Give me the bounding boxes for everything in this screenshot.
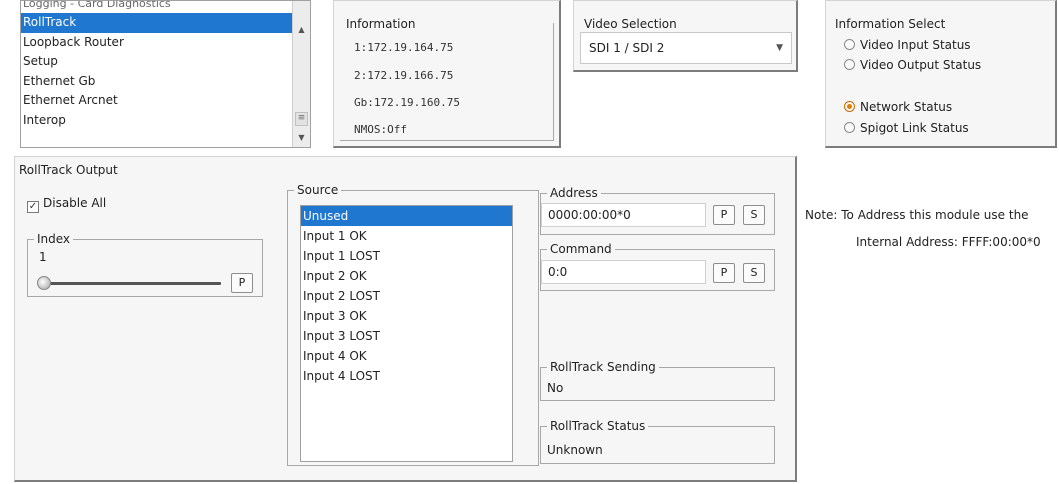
index-p-button[interactable]: P (231, 273, 253, 293)
source-item[interactable]: Input 3 OK (301, 306, 512, 326)
radio-label: Spigot Link Status (860, 121, 969, 135)
scroll-up-icon[interactable]: ▲ (293, 23, 310, 37)
list-scrollbar[interactable]: ▲ ≡ ▼ (292, 1, 310, 147)
list-item[interactable]: Ethernet Gb (21, 72, 310, 92)
radio-button[interactable] (844, 122, 855, 133)
information-panel: Information 1:172.19.164.75 2:172.19.166… (333, 0, 561, 148)
scroll-grip-icon[interactable]: ≡ (295, 112, 308, 126)
source-item[interactable]: Input 1 OK (301, 226, 512, 246)
source-item-unused[interactable]: Unused (301, 206, 512, 226)
command-title: Command (547, 241, 615, 257)
info-line-gb: Gb:172.19.160.75 (354, 96, 460, 109)
source-item[interactable]: Input 2 LOST (301, 286, 512, 306)
video-selection-dropdown[interactable]: SDI 1 / SDI 2 ▼ (580, 32, 792, 64)
radio-video-input-status[interactable]: Video Input Status (844, 37, 971, 53)
rolltrack-sending-title: RollTrack Sending (547, 359, 659, 375)
scroll-down-icon[interactable]: ▼ (293, 131, 310, 145)
command-p-button[interactable]: P (713, 263, 735, 283)
address-title: Address (547, 185, 601, 201)
command-s-button[interactable]: S (743, 263, 765, 283)
info-line-2: 2:172.19.166.75 (354, 69, 454, 82)
list-item[interactable]: Logging - Card Diagnostics (21, 1, 310, 13)
index-value: 1 (39, 250, 47, 264)
radio-network-status[interactable]: Network Status (844, 99, 952, 115)
info-line-1: 1:172.19.164.75 (354, 41, 454, 54)
info-line-nmos: NMOS:Off (354, 123, 407, 136)
radio-button[interactable] (844, 39, 855, 50)
video-selection-panel: Video Selection SDI 1 / SDI 2 ▼ (573, 0, 798, 72)
chevron-down-icon[interactable]: ▼ (776, 33, 783, 63)
rolltrack-status-value: Unknown (547, 443, 603, 457)
source-item[interactable]: Input 3 LOST (301, 326, 512, 346)
index-slider-knob[interactable] (37, 276, 51, 290)
index-slider-track[interactable] (39, 282, 221, 285)
source-item[interactable]: Input 1 LOST (301, 246, 512, 266)
module-list[interactable]: Logging - Card Diagnostics RollTrack Loo… (20, 0, 311, 148)
radio-spigot-link-status[interactable]: Spigot Link Status (844, 120, 969, 136)
radio-label: Network Status (860, 100, 953, 114)
address-p-button[interactable]: P (713, 205, 735, 225)
disable-all-label: Disable All (43, 196, 107, 210)
information-title: Information (346, 17, 416, 31)
rolltrack-output-title: RollTrack Output (19, 163, 118, 177)
source-list[interactable]: Unused Input 1 OK Input 1 LOST Input 2 O… (300, 205, 513, 462)
rolltrack-sending-value: No (547, 381, 564, 395)
radio-label: Video Input Status (860, 38, 971, 52)
radio-label: Video Output Status (860, 58, 982, 72)
radio-button-selected[interactable] (844, 101, 855, 112)
index-group: Index (27, 231, 263, 297)
list-item[interactable]: Ethernet Arcnet (21, 91, 310, 111)
address-s-button[interactable]: S (743, 205, 765, 225)
index-title: Index (34, 231, 74, 247)
video-selection-value: SDI 1 / SDI 2 (589, 41, 665, 55)
rolltrack-sending-group: RollTrack Sending (540, 359, 775, 401)
information-select-panel: Information Select Video Input Status Vi… (825, 0, 1057, 148)
note-line-2: Internal Address: FFFF:00:00*0 (856, 235, 1041, 249)
source-item[interactable]: Input 4 OK (301, 346, 512, 366)
radio-video-output-status[interactable]: Video Output Status (844, 57, 981, 73)
list-item[interactable]: Loopback Router (21, 33, 310, 53)
list-item-rolltrack[interactable]: RollTrack (21, 13, 310, 33)
list-item[interactable]: Setup (21, 52, 310, 72)
video-selection-title: Video Selection (584, 17, 677, 31)
note-line-1: Note: To Address this module use the (805, 208, 1029, 222)
source-title: Source (294, 182, 342, 198)
information-select-title: Information Select (835, 17, 946, 31)
rolltrack-status-title: RollTrack Status (547, 418, 649, 434)
radio-button[interactable] (844, 59, 855, 70)
source-item[interactable]: Input 4 LOST (301, 366, 512, 386)
list-item[interactable]: Interop (21, 111, 310, 131)
disable-all-checkbox-row[interactable]: ✓ Disable All (27, 195, 106, 213)
command-field[interactable]: 0:0 (541, 260, 706, 284)
address-field[interactable]: 0000:00:00*0 (541, 203, 706, 227)
checkbox-checked-icon[interactable]: ✓ (27, 201, 39, 213)
source-item[interactable]: Input 2 OK (301, 266, 512, 286)
